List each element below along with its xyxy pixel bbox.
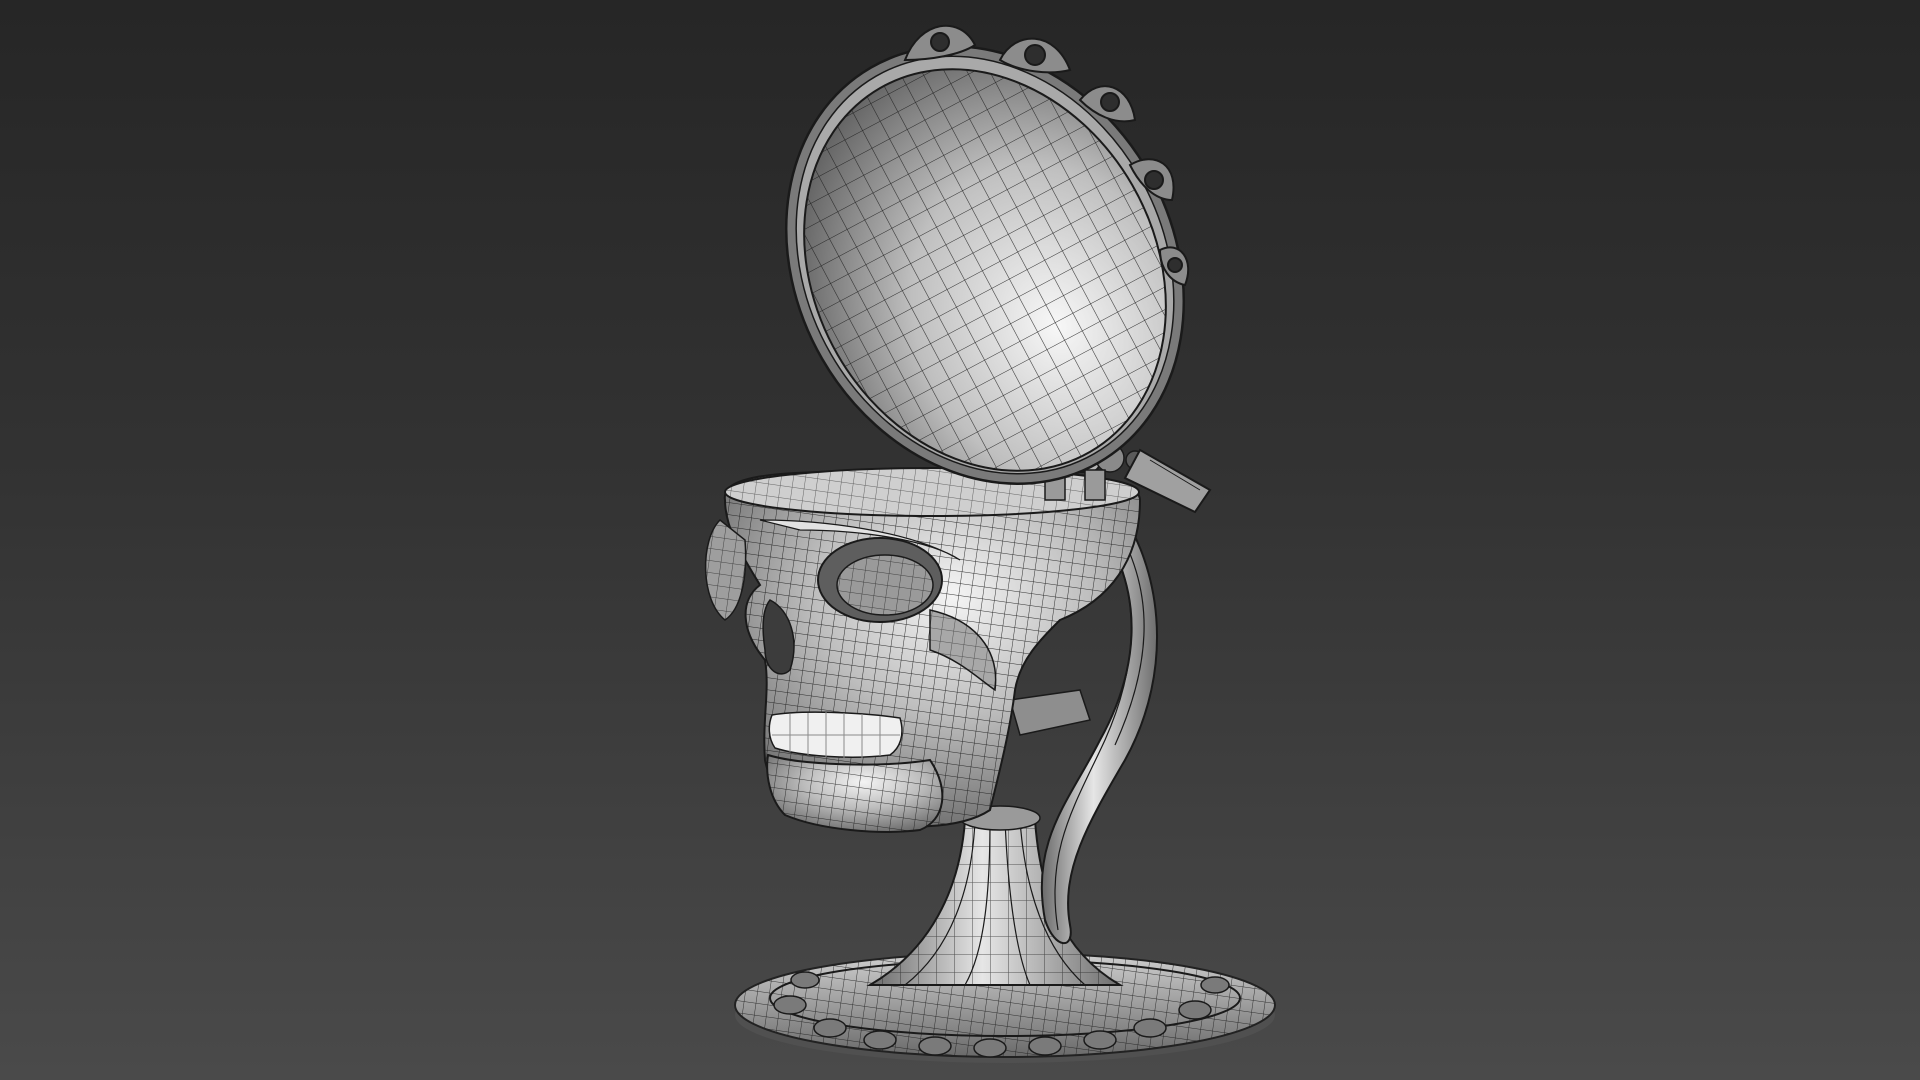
skull-teeth [768, 711, 903, 758]
skull-eye-socket [817, 537, 943, 623]
skull-jaw [766, 753, 944, 833]
skull-chalice-model[interactable] [0, 0, 1920, 1080]
3d-viewport[interactable] [0, 0, 1920, 1080]
skull-ear-flange [704, 518, 747, 621]
